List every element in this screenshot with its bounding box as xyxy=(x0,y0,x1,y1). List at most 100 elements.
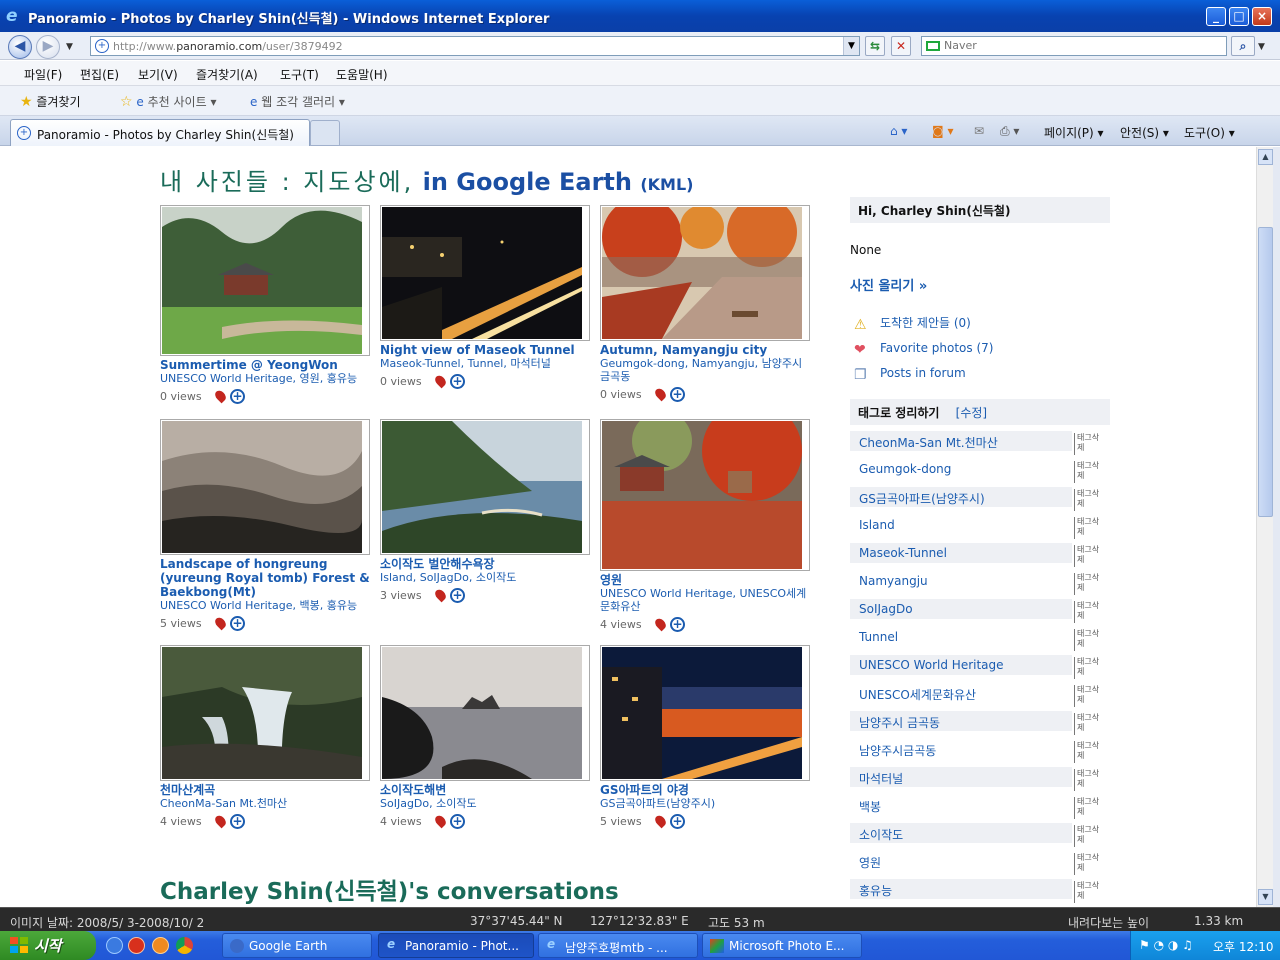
photo-thumbnail[interactable] xyxy=(380,419,590,555)
add-icon[interactable]: + xyxy=(450,374,465,389)
delete-tag-button[interactable]: 태그삭제 xyxy=(1074,657,1104,679)
url-input[interactable]: + http://www.panoramio.com/user/3879492 … xyxy=(90,36,860,56)
photo-title[interactable]: Landscape of hongreung (yureung Royal to… xyxy=(160,557,370,599)
map-pin-icon[interactable] xyxy=(653,616,668,632)
back-button[interactable]: ◀ xyxy=(8,35,32,59)
tag-link[interactable]: Namyangju xyxy=(850,571,1072,591)
map-pin-icon[interactable] xyxy=(433,373,448,389)
task-panoramio[interactable]: e Panoramio - Phot... xyxy=(378,933,534,958)
quicklaunch-chrome-icon[interactable] xyxy=(176,937,193,954)
photo-thumbnail[interactable] xyxy=(160,419,370,555)
menu-file[interactable]: 파일(F) xyxy=(24,66,62,83)
forward-button[interactable]: ▶ xyxy=(36,35,60,59)
tag-link[interactable]: Tunnel xyxy=(850,627,1072,647)
search-input[interactable] xyxy=(944,39,1214,52)
map-pin-icon[interactable] xyxy=(213,615,228,631)
task-google-earth[interactable]: Google Earth xyxy=(222,933,372,958)
delete-tag-button[interactable]: 태그삭제 xyxy=(1074,881,1104,903)
delete-tag-button[interactable]: 태그삭제 xyxy=(1074,769,1104,791)
tag-link[interactable]: 백봉 xyxy=(850,795,1072,815)
tag-link[interactable]: Maseok-Tunnel xyxy=(850,543,1072,563)
photo-thumbnail[interactable] xyxy=(160,205,370,356)
tag-link[interactable]: 남양주시 금곡동 xyxy=(850,711,1072,731)
add-icon[interactable]: + xyxy=(670,617,685,632)
tag-link[interactable]: GS금곡아파트(남양주시) xyxy=(850,487,1072,507)
photo-tags[interactable]: GS금곡아파트(남양주시) xyxy=(600,797,810,810)
start-button[interactable]: 시작 xyxy=(0,931,96,960)
photo-thumbnail[interactable] xyxy=(380,205,590,341)
delete-tag-button[interactable]: 태그삭제 xyxy=(1074,489,1104,511)
tag-link[interactable]: 홍유능 xyxy=(850,879,1072,899)
photo-thumbnail[interactable] xyxy=(160,645,370,781)
photo-tags[interactable]: Maseok-Tunnel, Tunnel, 마석터널 xyxy=(380,357,590,370)
photo-title[interactable]: Autumn, Namyangju city xyxy=(600,343,810,357)
scroll-thumb[interactable] xyxy=(1258,227,1273,517)
add-icon[interactable]: + xyxy=(670,814,685,829)
menu-view[interactable]: 보기(V) xyxy=(138,66,178,83)
map-pin-icon[interactable] xyxy=(213,388,228,404)
delete-tag-button[interactable]: 태그삭제 xyxy=(1074,713,1104,735)
map-link[interactable]: 내 사진들 : 지도상에, xyxy=(160,168,414,196)
suggested-sites-button[interactable]: ☆ e 추천 사이트 ▾ xyxy=(120,93,216,110)
delete-tag-button[interactable]: 태그삭제 xyxy=(1074,797,1104,819)
tray-icons[interactable]: ⚑ ◔ ◑ ♫ xyxy=(1139,938,1193,952)
search-options-dropdown[interactable]: ▼ xyxy=(1258,42,1265,52)
menu-favorites[interactable]: 즐겨찾기(A) xyxy=(196,66,258,83)
add-icon[interactable]: + xyxy=(230,389,245,404)
search-box[interactable] xyxy=(921,36,1227,56)
maximize-button[interactable]: □ xyxy=(1229,7,1249,26)
forum-posts-link[interactable]: ❐ Posts in forum xyxy=(850,364,1110,389)
photo-tags[interactable]: CheonMa-San Mt.천마산 xyxy=(160,797,370,810)
minimize-button[interactable]: _ xyxy=(1206,7,1226,26)
google-earth-link[interactable]: in Google Earth xyxy=(423,168,632,196)
tag-link[interactable]: UNESCO World Heritage xyxy=(850,655,1072,675)
map-pin-icon[interactable] xyxy=(433,813,448,829)
map-pin-icon[interactable] xyxy=(653,813,668,829)
delete-tag-button[interactable]: 태그삭제 xyxy=(1074,433,1104,455)
photo-thumbnail[interactable] xyxy=(600,645,810,781)
suggestions-link[interactable]: ⚠ 도착한 제안들 (0) xyxy=(850,314,1110,339)
kml-link[interactable]: (KML) xyxy=(640,175,693,194)
page-menu[interactable]: 페이지(P) ▾ xyxy=(1044,124,1104,141)
photo-title[interactable]: GS아파트의 야경 xyxy=(600,783,810,797)
print-icon[interactable]: ⎙ ▾ xyxy=(1000,124,1019,139)
delete-tag-button[interactable]: 태그삭제 xyxy=(1074,517,1104,539)
photo-tags[interactable]: UNESCO World Heritage, UNESCO세계문화유산 xyxy=(600,587,810,613)
scroll-up-button[interactable]: ▲ xyxy=(1258,149,1273,165)
tag-link[interactable]: 영원 xyxy=(850,851,1072,871)
quicklaunch-media-icon[interactable] xyxy=(128,937,145,954)
new-tab-button[interactable] xyxy=(310,120,340,146)
photo-title[interactable]: 소이작도 벌안해수욕장 xyxy=(380,557,590,571)
photo-title[interactable]: Summertime @ YeongWon xyxy=(160,358,370,372)
stop-button[interactable]: ✕ xyxy=(891,36,911,56)
tag-link[interactable]: 남양주시금곡동 xyxy=(850,739,1072,759)
add-icon[interactable]: + xyxy=(670,387,685,402)
menu-help[interactable]: 도움말(H) xyxy=(336,66,388,83)
favorite-photos-link[interactable]: ❤ Favorite photos (7) xyxy=(850,339,1110,364)
delete-tag-button[interactable]: 태그삭제 xyxy=(1074,461,1104,483)
photo-title[interactable]: 영원 xyxy=(600,573,810,587)
delete-tag-button[interactable]: 태그삭제 xyxy=(1074,825,1104,847)
refresh-button[interactable]: ⇆ xyxy=(865,36,885,56)
add-icon[interactable]: + xyxy=(450,814,465,829)
favorites-button[interactable]: ★ 즐겨찾기 xyxy=(20,93,81,110)
search-button[interactable]: ⌕ xyxy=(1231,36,1255,56)
mail-icon[interactable]: ✉ xyxy=(974,124,984,138)
photo-tags[interactable]: Geumgok-dong, Namyangju, 남양주시 금곡동 xyxy=(600,357,810,383)
photo-tags[interactable]: SoIJagDo, 소이작도 xyxy=(380,797,590,810)
upload-photos-link[interactable]: 사진 올리기 » xyxy=(850,275,1110,294)
safety-menu[interactable]: 안전(S) ▾ xyxy=(1120,124,1169,141)
task-nyj-mtb[interactable]: e 남양주호평mtb - ... xyxy=(538,933,698,958)
delete-tag-button[interactable]: 태그삭제 xyxy=(1074,601,1104,623)
edit-tags-link[interactable]: [수정] xyxy=(956,406,987,420)
recent-pages-dropdown[interactable]: ▼ xyxy=(66,42,73,52)
web-slice-gallery-button[interactable]: e 웹 조각 갤러리 ▾ xyxy=(250,93,345,110)
tag-link[interactable]: SoIJagDo xyxy=(850,599,1072,619)
map-pin-icon[interactable] xyxy=(213,813,228,829)
tag-link[interactable]: 소이작도 xyxy=(850,823,1072,843)
map-pin-icon[interactable] xyxy=(653,386,668,402)
photo-thumbnail[interactable] xyxy=(380,645,590,781)
add-icon[interactable]: + xyxy=(230,814,245,829)
home-icon[interactable]: ⌂ ▾ xyxy=(890,124,907,138)
delete-tag-button[interactable]: 태그삭제 xyxy=(1074,741,1104,763)
